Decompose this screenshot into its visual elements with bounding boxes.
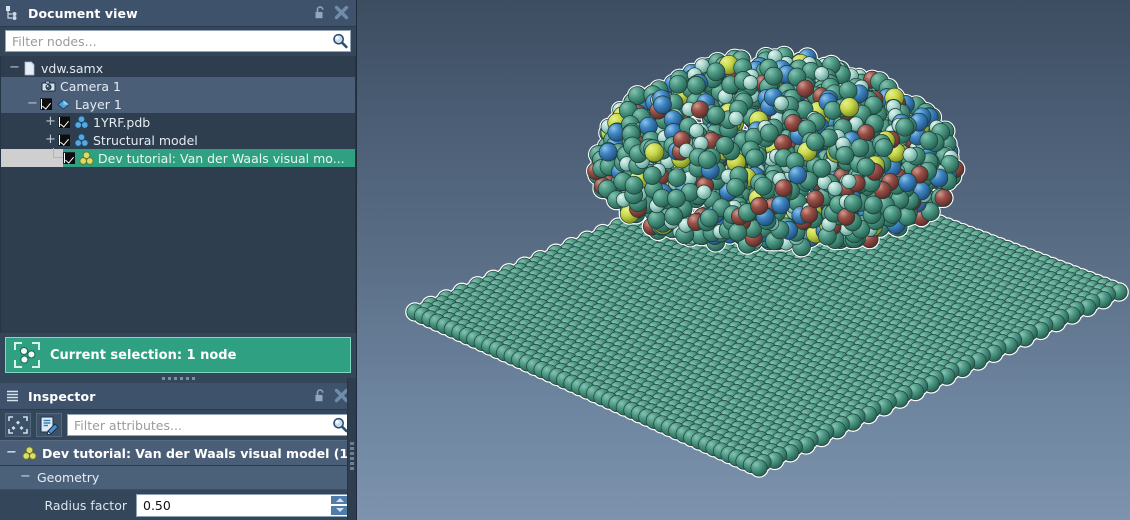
document-edit-icon[interactable] — [36, 413, 62, 437]
search-icon[interactable] — [330, 31, 350, 51]
tree-label: 1YRF.pdb — [93, 115, 150, 130]
scroll-grip — [350, 442, 354, 470]
molecule-icon — [74, 115, 89, 130]
unlock-icon[interactable] — [313, 5, 329, 21]
expander-toggle[interactable]: + — [45, 135, 56, 146]
document-view-titlebar: Document view — [0, 0, 356, 27]
radius-factor-spinbox[interactable]: 0.50 — [136, 494, 350, 517]
document-icon — [22, 61, 37, 76]
selection-frame-button[interactable] — [5, 413, 31, 437]
splitter-grip — [162, 377, 195, 380]
expander-toggle[interactable]: − — [9, 63, 20, 74]
attribute-header[interactable]: − Dev tutorial: Van der Waals visual mod… — [0, 440, 356, 466]
tree-row-structural-model[interactable]: + Structural model — [1, 131, 355, 149]
tree-row-layer-1[interactable]: − Layer 1 — [1, 95, 355, 113]
camera-icon — [41, 79, 56, 94]
expander-toggle[interactable]: − — [27, 99, 38, 110]
3d-molecular-viewport[interactable] — [356, 0, 1130, 520]
node-filter-wrap: Filter nodes... — [0, 27, 356, 56]
unlock-icon[interactable] — [313, 388, 329, 404]
tree-label: Layer 1 — [75, 97, 122, 112]
filter-nodes-placeholder: Filter nodes... — [6, 34, 330, 49]
protein-space-filling-model — [586, 46, 965, 258]
close-icon[interactable] — [334, 5, 350, 21]
tree-label: Structural model — [93, 133, 198, 148]
document-tree[interactable]: − vdw.samx — [0, 56, 356, 333]
visibility-checkbox[interactable] — [58, 116, 70, 128]
visibility-checkbox[interactable] — [63, 152, 75, 164]
inspector-title: Inspector — [28, 389, 95, 404]
inspector-title-buttons — [313, 388, 350, 404]
panel-splitter[interactable] — [0, 373, 356, 383]
expander-toggle[interactable]: − — [6, 448, 17, 459]
left-dock-panel: Document view Filter nodes... — [0, 0, 356, 520]
visual-model-icon — [22, 446, 37, 461]
inspector-toolbar: Filter attributes... — [0, 410, 356, 440]
chevron-down-icon — [336, 508, 344, 512]
expander-toggle[interactable]: + — [45, 117, 56, 128]
current-selection-label: Current selection: 1 node — [50, 348, 236, 363]
application-window: Document view Filter nodes... — [0, 0, 1130, 520]
hamburger-icon — [5, 388, 20, 404]
layer-icon — [56, 97, 71, 112]
tree-row-vdw-visual-model[interactable]: Dev tutorial: Van der Waals visual mo... — [1, 149, 355, 167]
molecule-icon — [74, 133, 89, 148]
document-view-title: Document view — [28, 6, 138, 21]
inspector-scroll-rail[interactable] — [347, 378, 356, 520]
chevron-up-icon — [336, 498, 344, 502]
molecular-scene — [357, 0, 1130, 520]
filter-nodes-input[interactable]: Filter nodes... — [5, 30, 351, 52]
document-view-title-buttons — [313, 5, 350, 21]
tree-label: Dev tutorial: Van der Waals visual mo... — [98, 151, 345, 166]
visual-model-icon — [79, 151, 94, 166]
inspector-titlebar: Inspector — [0, 383, 356, 410]
radius-factor-label: Radius factor — [0, 498, 136, 513]
selection-nodes-icon — [13, 341, 41, 369]
current-selection-bar: Current selection: 1 node — [5, 337, 351, 373]
filter-attributes-input[interactable]: Filter attributes... — [67, 414, 351, 436]
visibility-checkbox[interactable] — [40, 98, 52, 110]
filter-attributes-placeholder: Filter attributes... — [68, 418, 330, 433]
attribute-row-radius-factor: Radius factor 0.50 — [0, 490, 356, 520]
visibility-checkbox[interactable] — [58, 134, 70, 146]
tree-row-vdw-samx[interactable]: − vdw.samx — [1, 59, 355, 77]
tree-label: Camera 1 — [60, 79, 121, 94]
tree-label: vdw.samx — [41, 61, 103, 76]
tree-view-icon — [5, 5, 20, 21]
tree-row-1yrf-pdb[interactable]: + 1YRF.pdb — [1, 113, 355, 131]
radius-factor-value[interactable]: 0.50 — [137, 498, 330, 513]
attribute-group-label: Geometry — [37, 470, 99, 485]
attribute-header-label: Dev tutorial: Van der Waals visual model… — [42, 446, 354, 461]
tree-row-camera-1[interactable]: Camera 1 — [1, 77, 355, 95]
expander-toggle[interactable]: − — [20, 472, 31, 483]
protein-atoms — [588, 47, 964, 256]
inspector-panel: Inspector — [0, 383, 356, 520]
attribute-group-geometry[interactable]: − Geometry — [0, 466, 356, 490]
